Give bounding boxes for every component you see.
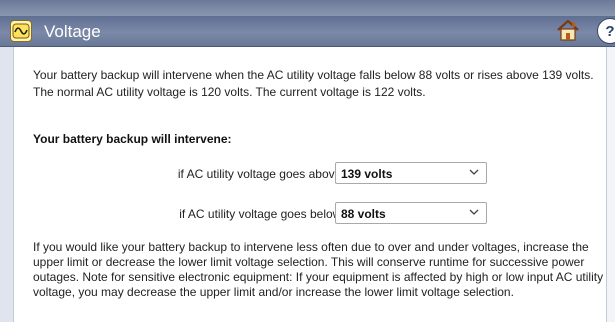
intro-text: Your battery backup will intervene when … [33, 67, 605, 101]
advice-note: If you would like your battery backup to… [33, 240, 604, 299]
right-scroll-rail[interactable] [606, 47, 615, 322]
upper-limit-value: 139 volts [341, 167, 393, 181]
upper-limit-select[interactable]: 139 volts [335, 162, 487, 184]
page-title: Voltage [44, 22, 101, 41]
chevron-down-icon [469, 209, 479, 215]
intro-line-1: Your battery backup will intervene when … [33, 68, 594, 82]
top-strip [0, 0, 615, 16]
intro-line-2: The normal AC utility voltage is 120 vol… [33, 85, 426, 99]
lower-limit-select[interactable]: 88 volts [335, 202, 487, 224]
section-heading: Your battery backup will intervene: [33, 132, 232, 146]
help-glyph: ? [605, 22, 615, 40]
battery-backup-icon [10, 20, 32, 42]
upper-limit-label: if AC utility voltage goes above : [177, 167, 348, 181]
left-scroll-rail [0, 47, 14, 322]
lower-limit-label: if AC utility voltage goes below : [179, 207, 348, 221]
chevron-down-icon [469, 169, 479, 175]
home-icon[interactable] [556, 18, 580, 42]
lower-limit-value: 88 volts [341, 207, 386, 221]
